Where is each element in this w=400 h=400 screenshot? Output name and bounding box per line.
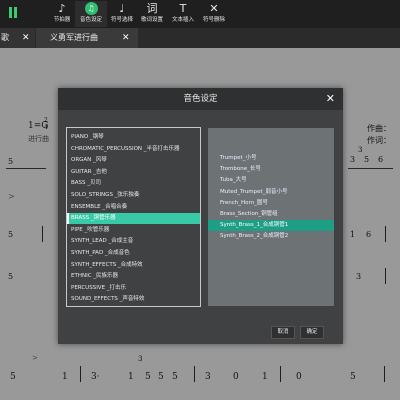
tone-settings-dialog: 音色设定 ✕ PIANO _钢琴 CHROMATIC_PERCUSSION _半音… bbox=[58, 88, 343, 344]
category-item[interactable]: ETHNIC _民族乐器 bbox=[67, 271, 200, 282]
symbol-delete-label: 符号删除 bbox=[202, 17, 225, 23]
close-icon[interactable]: ✕ bbox=[22, 28, 30, 48]
text-insert-label: 文本插入 bbox=[171, 17, 194, 23]
category-item[interactable]: ENSEMBLE _合唱合奏 bbox=[67, 202, 200, 213]
metronome-button[interactable]: ♪ 节拍器 bbox=[46, 1, 78, 27]
instrument-item[interactable]: Brass_Section_铜管组 bbox=[208, 209, 334, 220]
tab-active-title: 义勇军进行曲 bbox=[50, 33, 98, 42]
category-item[interactable]: SYNTH_LEAD _合成主音 bbox=[67, 236, 200, 247]
close-icon[interactable]: ✕ bbox=[122, 28, 130, 48]
tab-march-of-volunteers[interactable]: 义勇军进行曲 ✕ bbox=[36, 28, 138, 48]
instrument-item[interactable]: Synth_Brass_2_合成铜管2 bbox=[208, 231, 334, 242]
close-icon[interactable]: ✕ bbox=[326, 92, 335, 105]
symbol-select-button[interactable]: ♩ 符号选择 bbox=[106, 1, 138, 27]
category-item[interactable]: PIANO _钢琴 bbox=[67, 132, 200, 143]
instrument-list: Trumpet_小号 Trombone_长号 Tuba_大号 Muted_Trumpe… bbox=[208, 128, 334, 306]
instrument-item[interactable]: Muted_Trumpet_弱音小号 bbox=[208, 187, 334, 198]
symbol-select-label: 符号选择 bbox=[110, 17, 133, 23]
dialog-title: 音色设定 bbox=[58, 88, 343, 110]
metronome-icon: ♪ bbox=[58, 2, 66, 15]
instrument-item[interactable]: Tuba_大号 bbox=[208, 175, 334, 186]
pause-icon[interactable] bbox=[6, 6, 20, 20]
category-item[interactable]: PERCUSSIVE _打击乐 bbox=[67, 283, 200, 294]
metronome-label: 节拍器 bbox=[53, 17, 71, 23]
lyrics-settings-button[interactable]: 词 歌词设置 bbox=[136, 1, 168, 27]
text-insert-icon: T bbox=[179, 2, 187, 15]
symbol-delete-icon: ✕ bbox=[209, 2, 219, 15]
text-insert-button[interactable]: T 文本插入 bbox=[167, 1, 199, 27]
instrument-item[interactable]: French_Horn_圆号 bbox=[208, 198, 334, 209]
category-item[interactable]: CHROMATIC_PERCUSSION _半音打击乐器 bbox=[67, 144, 200, 155]
tab-previous-title: 歌 bbox=[1, 33, 9, 42]
cancel-button[interactable]: 取消 bbox=[271, 326, 295, 339]
tab-previous[interactable]: 歌 ✕ bbox=[0, 28, 35, 48]
tone-settings-label: 音色设定 bbox=[79, 17, 102, 23]
category-item[interactable]: SYNTH_EFFECTS _合成特效 bbox=[67, 260, 200, 271]
category-item[interactable]: PIPE _吹管乐器 bbox=[67, 225, 200, 236]
instrument-category-list: PIANO _钢琴 CHROMATIC_PERCUSSION _半音打击乐器 ORG… bbox=[66, 127, 201, 307]
category-item[interactable]: ORGAN _风琴 bbox=[67, 155, 200, 166]
ok-button[interactable]: 确定 bbox=[300, 326, 324, 339]
category-item[interactable]: BASS _贝司 bbox=[67, 178, 200, 189]
lyrics-icon: 词 bbox=[146, 2, 158, 15]
category-item[interactable]: GUITAR _吉他 bbox=[67, 167, 200, 178]
note-symbol-icon: ♩ bbox=[119, 2, 125, 15]
tab-bar: 歌 ✕ 义勇军进行曲 ✕ bbox=[0, 28, 400, 48]
instrument-item[interactable]: Synth_Brass_1_合成铜管1 bbox=[208, 220, 334, 232]
category-item[interactable]: BRASS _铜管乐器 bbox=[67, 213, 200, 225]
top-toolbar: ♪ 节拍器 ♫ 音色设定 ♩ 符号选择 词 歌词设置 T 文本插入 ✕ 符号删除 bbox=[0, 0, 400, 28]
category-item[interactable]: SOUND_EFFECTS _声音特效 bbox=[67, 294, 200, 305]
category-item[interactable]: SYNTH_PAD _合成音色 bbox=[67, 248, 200, 259]
tone-settings-button[interactable]: ♫ 音色设定 bbox=[75, 1, 107, 27]
music-disc-icon: ♫ bbox=[84, 2, 98, 15]
category-item[interactable]: SOLO_STRINGS _弦乐独奏 bbox=[67, 190, 200, 201]
lyrics-settings-label: 歌词设置 bbox=[140, 17, 163, 23]
instrument-item[interactable]: Trumpet_小号 bbox=[208, 153, 334, 164]
symbol-delete-button[interactable]: ✕ 符号删除 bbox=[198, 1, 230, 27]
instrument-item[interactable]: Trombone_长号 bbox=[208, 164, 334, 175]
